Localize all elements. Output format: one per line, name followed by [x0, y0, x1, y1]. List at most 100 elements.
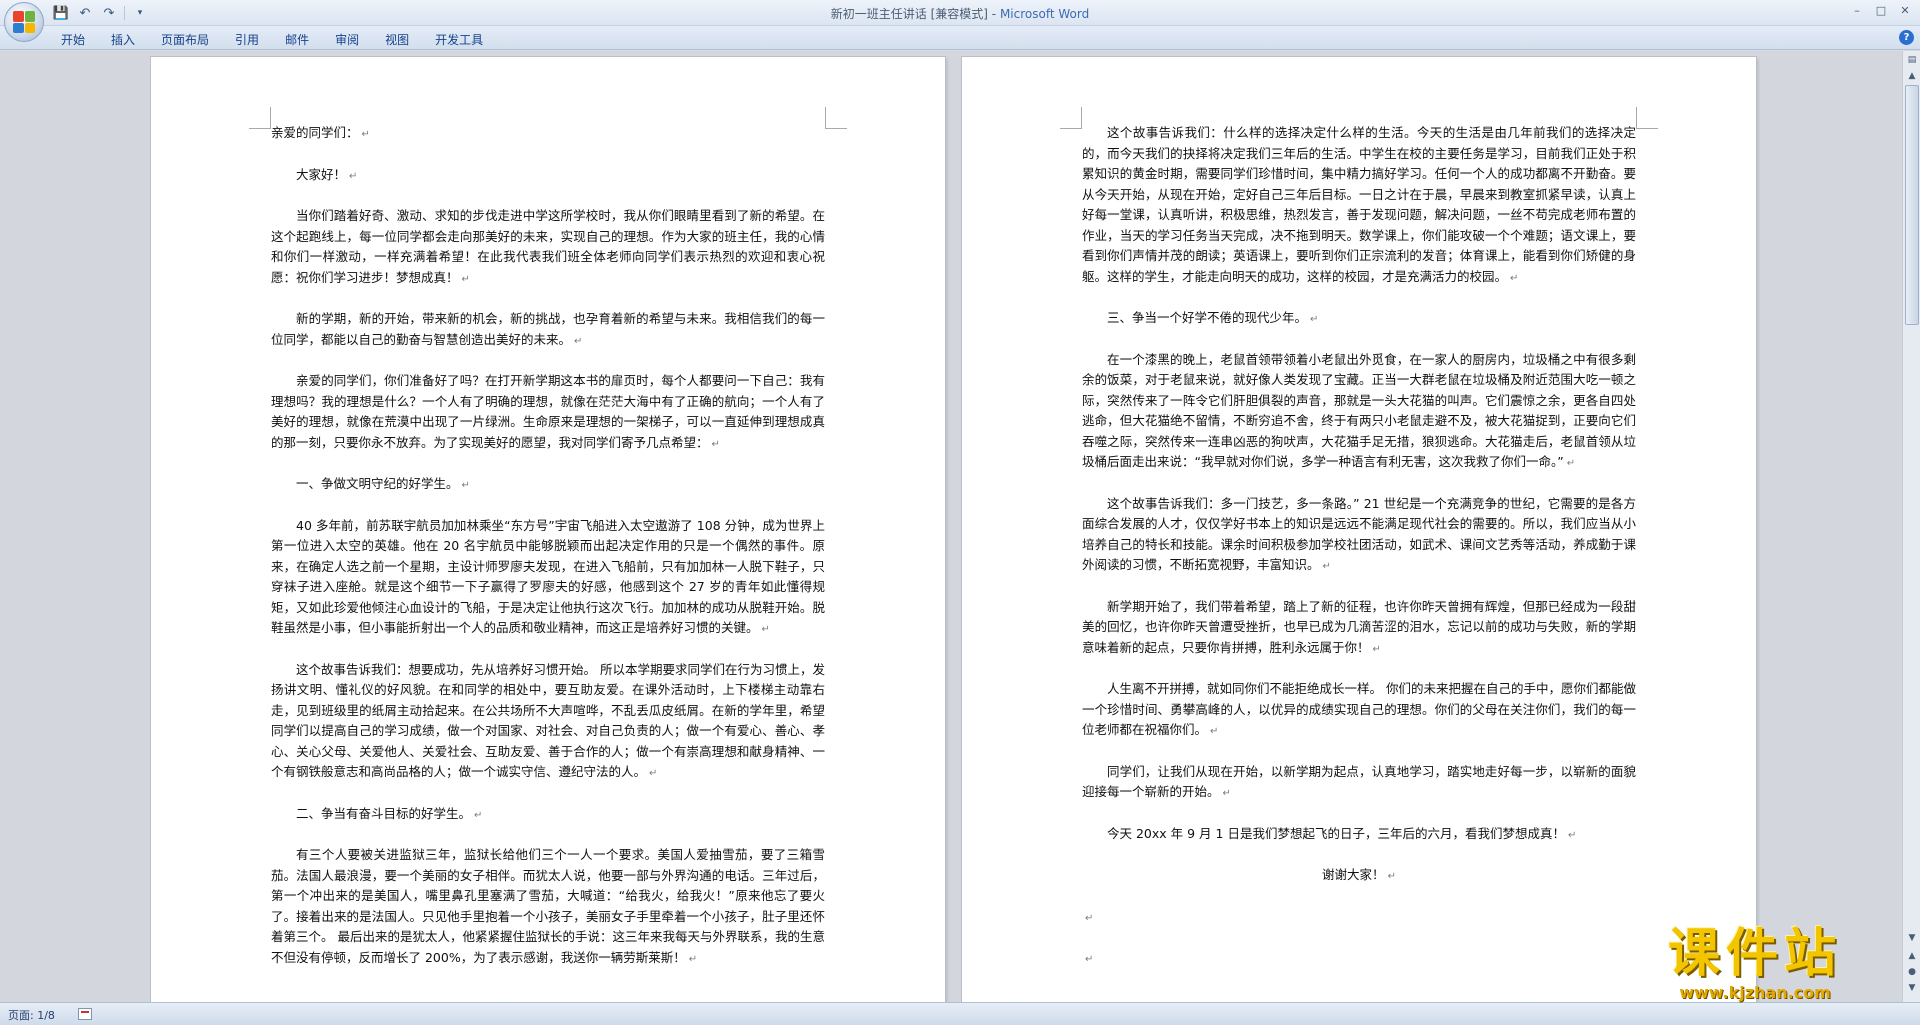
prev-page-icon[interactable]: ▲ — [1905, 949, 1919, 963]
maximize-icon[interactable]: □ — [1870, 2, 1892, 20]
help-icon[interactable]: ? — [1899, 30, 1914, 45]
document-paragraph[interactable]: 二、争当有奋斗目标的好学生。 ↵ — [271, 804, 825, 827]
document-paragraph[interactable]: 在一个漆黑的晚上，老鼠首领带领着小老鼠出外觅食，在一家人的厨房内，垃圾桶之中有很… — [1082, 350, 1636, 475]
tab-review[interactable]: 审阅 — [322, 29, 372, 50]
document-page-left: 亲爱的同学们： ↵ 大家好！ ↵ 当你们踏着好奇、激动、求知的步伐走进中学这所学校时，我… — [151, 57, 945, 1002]
document-paragraph[interactable]: 这个故事告诉我们：多一门技艺，多一条路。” 21 世纪是一个充满竞争的世纪，它需… — [1082, 494, 1636, 578]
document-paragraph[interactable]: 今天 20xx 年 9 月 1 日是我们梦想起飞的日子，三年后的六月，看我们梦想… — [1082, 824, 1636, 847]
scroll-up-icon[interactable]: ▲ — [1905, 69, 1919, 83]
paragraph-text: 新的学期，新的开始，带来新的机会，新的挑战，也孕育着新的希望与未来。我相信我们的… — [271, 311, 825, 347]
status-bar: 页面: 1/8 — [0, 1002, 1920, 1025]
tab-view[interactable]: 视图 — [372, 29, 422, 50]
paragraph-mark-icon: ↵ — [711, 438, 720, 450]
crop-mark — [249, 107, 271, 129]
paragraph-mark-icon: ↵ — [349, 170, 358, 182]
paragraph-mark-icon: ↵ — [1387, 871, 1396, 882]
paragraph-mark-icon: ↵ — [649, 768, 658, 779]
site-watermark: 课件站 www.kjzhan.com — [1668, 925, 1842, 1002]
document-workspace: 亲爱的同学们： ↵ 大家好！ ↵ 当你们踏着好奇、激动、求知的步伐走进中学这所学校时，我… — [0, 51, 1902, 1002]
proofing-icon[interactable] — [78, 1008, 92, 1020]
paragraph-text: 新学期开始了，我们带着希望，踏上了新的征程，也许你昨天曾拥有辉煌，但那已经成为一… — [1082, 598, 1636, 655]
paragraph-mark-icon: ↵ — [574, 335, 583, 347]
paragraph-text: 有三个人要被关进监狱三年，监狱长给他们三个一人一个要求。美国人爱抽雪茄，要了三箱… — [271, 847, 825, 965]
tab-insert[interactable]: 插入 — [98, 29, 148, 50]
document-paragraph[interactable]: 新的学期，新的开始，带来新的机会，新的挑战，也孕育着新的希望与未来。我相信我们的… — [271, 309, 825, 352]
paragraph-text: 亲爱的同学们： — [271, 125, 359, 140]
tab-developer[interactable]: 开发工具 — [422, 29, 496, 50]
document-paragraph[interactable]: 新学期开始了，我们带着希望，踏上了新的征程，也许你昨天曾拥有辉煌，但那已经成为一… — [1082, 597, 1636, 661]
vertical-scrollbar[interactable]: ▤ ▲ ▼ ▲ ● ▼ — [1902, 51, 1920, 1002]
paragraph-text: 这个故事告诉我们：多一门技艺，多一条路。” 21 世纪是一个充满竞争的世纪，它需… — [1082, 495, 1636, 573]
tab-home[interactable]: 开始 — [48, 29, 98, 50]
page-left-text[interactable]: 亲爱的同学们： ↵ 大家好！ ↵ 当你们踏着好奇、激动、求知的步伐走进中学这所学校时，我… — [271, 123, 825, 989]
window-title: 新初一班主任讲话 [兼容模式] - Microsoft Word — [0, 5, 1920, 22]
document-paragraph[interactable]: 亲爱的同学们，你们准备好了吗？在打开新学期这本书的扉页时，每个人都要问一下自己：… — [271, 371, 825, 455]
scroll-thumb[interactable] — [1905, 85, 1919, 325]
paragraph-mark-icon: ↵ — [1310, 314, 1319, 325]
title-bar: 💾 ↶ ↷ ▾ 新初一班主任讲话 [兼容模式] - Microsoft Word… — [0, 0, 1920, 26]
paragraph-text: 一、争做文明守纪的好学生。 — [296, 476, 459, 491]
paragraph-mark-icon: ↵ — [1566, 458, 1576, 469]
document-paragraph[interactable]: ↵ — [1082, 948, 1636, 971]
paragraph-text: 大家好！ — [296, 166, 347, 182]
document-paragraph[interactable]: 这个故事告诉我们：什么样的选择决定什么样的生活。今天的生活是由几年前我们的选择决… — [1082, 123, 1636, 289]
paragraph-mark-icon: ↵ — [761, 624, 770, 635]
paragraph-text: 在一个漆黑的晚上，老鼠首领带领着小老鼠出外觅食，在一家人的厨房内，垃圾桶之中有很… — [1082, 351, 1636, 470]
paragraph-text: 二、争当有奋斗目标的好学生。 — [296, 805, 472, 821]
crop-mark — [825, 107, 847, 129]
paragraph-text: 这个故事告诉我们：什么样的选择决定什么样的生活。今天的生活是由几年前我们的选择决… — [1082, 125, 1636, 284]
document-paragraph[interactable]: 这个故事告诉我们：想要成功，先从培养好习惯开始。 所以本学期要求同学们在行为习惯… — [271, 660, 825, 785]
ribbon-tab-bar: 开始 插入 页面布局 引用 邮件 审阅 视图 开发工具 ? — [0, 26, 1920, 50]
title-dash: - — [991, 7, 1000, 21]
office-button[interactable] — [4, 2, 44, 42]
document-paragraph[interactable]: 大家好！ ↵ — [271, 165, 825, 188]
crop-mark — [1060, 107, 1082, 129]
paragraph-mark-icon: ↵ — [1322, 561, 1331, 572]
paragraph-mark-icon: ↵ — [1085, 954, 1094, 965]
document-paragraph[interactable]: 三、争当一个好学不倦的现代少年。 ↵ — [1082, 308, 1636, 331]
document-paragraph[interactable]: 有三个人要被关进监狱三年，监狱长给他们三个一人一个要求。美国人爱抽雪茄，要了三箱… — [271, 845, 825, 970]
document-paragraph[interactable]: 同学们，让我们从现在开始，以新学期为起点，认真地学习，踏实地走好每一步，以崭新的… — [1082, 762, 1636, 805]
paragraph-text: 亲爱的同学们，你们准备好了吗？在打开新学期这本书的扉页时，每个人都要问一下自己：… — [271, 373, 825, 450]
paragraph-text: 三、争当一个好学不倦的现代少年。 — [1107, 310, 1308, 325]
document-paragraph[interactable]: 人生离不开拼搏，就如同你们不能拒绝成长一样。 你们的未来把握在自己的手中，愿你们… — [1082, 679, 1636, 743]
paragraph-mark-icon: ↵ — [361, 129, 370, 140]
document-paragraph[interactable]: 40 多年前，前苏联宇航员加加林乘坐“东方号”宇宙飞船进入太空遨游了 108 分… — [271, 516, 825, 641]
app-name: Microsoft Word — [999, 7, 1090, 21]
close-icon[interactable]: ✕ — [1894, 2, 1916, 20]
tab-mailings[interactable]: 邮件 — [272, 29, 322, 50]
document-page-right: 这个故事告诉我们：什么样的选择决定什么样的生活。今天的生活是由几年前我们的选择决… — [962, 57, 1756, 1002]
paragraph-text: 同学们，让我们从现在开始，以新学期为起点，认真地学习，踏实地走好每一步，以崭新的… — [1082, 763, 1636, 800]
paragraph-mark-icon: ↵ — [1567, 829, 1577, 841]
next-page-icon[interactable]: ▼ — [1905, 981, 1919, 995]
office-logo-icon — [13, 11, 35, 33]
paragraph-mark-icon: ↵ — [1222, 788, 1231, 799]
scroll-down-icon[interactable]: ▼ — [1905, 931, 1919, 945]
tab-references[interactable]: 引用 — [222, 29, 272, 50]
paragraph-mark-icon: ↵ — [688, 953, 698, 965]
window-controls: – □ ✕ — [1846, 2, 1916, 20]
paragraph-mark-icon: ↵ — [1372, 643, 1381, 655]
document-paragraph[interactable]: 亲爱的同学们： ↵ — [271, 123, 825, 146]
paragraph-mark-icon: ↵ — [474, 809, 483, 821]
browse-object-icon[interactable]: ● — [1905, 965, 1919, 979]
paragraph-text: 这个故事告诉我们：想要成功，先从培养好习惯开始。 所以本学期要求同学们在行为习惯… — [271, 661, 825, 780]
paragraph-mark-icon: ↵ — [461, 273, 470, 285]
page-right-text[interactable]: 这个故事告诉我们：什么样的选择决定什么样的生活。今天的生活是由几年前我们的选择决… — [1082, 123, 1636, 990]
paragraph-mark-icon: ↵ — [461, 480, 470, 491]
paragraph-mark-icon: ↵ — [1210, 726, 1219, 737]
document-paragraph[interactable]: 当你们踏着好奇、激动、求知的步伐走进中学这所学校时，我从你们眼睛里看到了新的希望… — [271, 206, 825, 290]
minimize-icon[interactable]: – — [1846, 2, 1868, 20]
tab-page-layout[interactable]: 页面布局 — [148, 29, 222, 50]
page-indicator[interactable]: 页面: 1/8 — [8, 1007, 55, 1023]
paragraph-mark-icon: ↵ — [1510, 272, 1519, 284]
ruler-toggle-icon[interactable]: ▤ — [1905, 53, 1919, 67]
document-paragraph[interactable]: ↵ — [1082, 907, 1636, 930]
document-title: 新初一班主任讲话 [兼容模式] — [830, 7, 988, 21]
paragraph-text: 人生离不开拼搏，就如同你们不能拒绝成长一样。 你们的未来把握在自己的手中，愿你们… — [1082, 681, 1636, 737]
paragraph-text: 40 多年前，前苏联宇航员加加林乘坐“东方号”宇宙飞船进入太空遨游了 108 分… — [271, 517, 825, 636]
paragraph-text: 谢谢大家！ — [1322, 867, 1385, 882]
document-paragraph[interactable]: 一、争做文明守纪的好学生。 ↵ — [271, 474, 825, 497]
document-paragraph[interactable]: 谢谢大家！ ↵ — [1082, 865, 1636, 888]
watermark-logo: 课件站 — [1668, 924, 1843, 984]
